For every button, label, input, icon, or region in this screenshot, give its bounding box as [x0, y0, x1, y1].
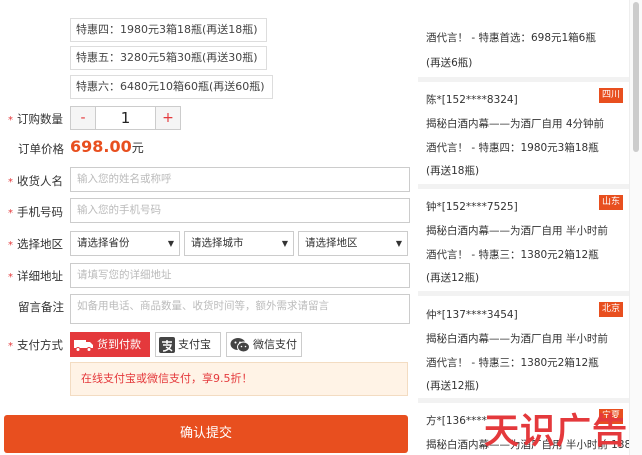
city-select[interactable]: 请选择城市 ▼	[184, 231, 294, 256]
feed-line: 酒代言！ - 特惠四：1980元3箱18瓶	[426, 142, 599, 154]
remark-textarea[interactable]: 如备用电话、商品数量、收货时间等，额外需求请留言	[70, 294, 410, 324]
order-price: 698.00元	[70, 137, 144, 156]
truck-icon	[74, 340, 93, 352]
feed-user: 陈*[152****8324]	[426, 94, 518, 106]
package-option-5[interactable]: 特惠五：3280元5箱30瓶(再送30瓶)	[70, 46, 267, 70]
payment-label: * 支付方式	[8, 338, 63, 352]
list-item: 仲*[137****3454] 北京 揭秘白酒内幕——为酒厂自用 半小时前 酒代…	[418, 296, 629, 398]
phone-input[interactable]: 输入您的手机号码	[70, 198, 410, 223]
package-option-6[interactable]: 特惠六：6480元10箱60瓶(再送60瓶)	[70, 75, 273, 99]
quantity-increase-button[interactable]: +	[155, 106, 181, 130]
list-item: 钟*[152****7525] 山东 揭秘白酒内幕——为酒厂自用 半小时前 酒代…	[418, 189, 629, 291]
pay-wechat-button[interactable]: 微信支付	[226, 332, 302, 357]
feed-line: (再送12瓶)	[426, 272, 480, 284]
list-item: 酒代言！ - 特惠首选：698元1箱6瓶 (再送6瓶)	[418, 0, 629, 77]
feed-line: 揭秘白酒内幕——为酒厂自用 4分钟前	[426, 118, 605, 130]
district-select[interactable]: 请选择地区 ▼	[298, 231, 408, 256]
phone-label: * 手机号码	[8, 205, 63, 219]
province-select[interactable]: 请选择省份 ▼	[70, 231, 180, 256]
feed-line: 酒代言！ - 特惠三：1380元2箱12瓶	[426, 249, 599, 261]
name-label: * 收货人名	[8, 174, 63, 188]
feed-user: 方*[136****	[426, 415, 487, 427]
feed-line: 揭秘白酒内幕——为酒厂自用 半小时前	[426, 333, 608, 345]
feed-line: 揭秘白酒内幕——为酒厂自用 半小时前	[426, 225, 608, 237]
chevron-down-icon: ▼	[395, 239, 402, 248]
order-form: 特惠四：1980元3箱18瓶(再送18瓶) 特惠五：3280元5箱30瓶(再送3…	[0, 0, 418, 455]
pay-alipay-button[interactable]: 支付宝	[155, 332, 221, 357]
package-option-4[interactable]: 特惠四：1980元3箱18瓶(再送18瓶)	[70, 18, 267, 42]
feed-line: (再送18瓶)	[426, 165, 480, 177]
wechat-icon	[230, 338, 250, 353]
alipay-icon	[159, 337, 175, 353]
feed-user: 仲*[137****3454]	[426, 309, 518, 321]
feed-line: 酒代言！ - 特惠首选：698元1箱6瓶	[426, 32, 596, 44]
remark-label: 留言备注	[18, 300, 64, 314]
region-badge: 四川	[598, 88, 623, 103]
feed-line: 酒代言！ - 特惠三：1380元2箱12瓶	[426, 357, 599, 369]
payment-discount-notice: 在线支付宝或微信支付，享9.5折！	[70, 362, 408, 396]
region-label: * 选择地区	[8, 237, 63, 251]
address-label: * 详细地址	[8, 269, 63, 283]
feed-line: (再送12瓶)	[426, 380, 480, 392]
region-badge: 北京	[598, 302, 623, 317]
quantity-decrease-button[interactable]: -	[70, 106, 96, 130]
feed-line: (再送6瓶)	[426, 57, 473, 69]
address-input[interactable]: 请填写您的详细地址	[70, 263, 410, 288]
feed-scrollbar[interactable]	[629, 0, 642, 455]
chevron-down-icon: ▼	[281, 239, 288, 248]
submit-button[interactable]: 确认提交	[4, 415, 408, 453]
chevron-down-icon: ▼	[167, 239, 174, 248]
recent-orders-feed: 酒代言！ - 特惠首选：698元1箱6瓶 (再送6瓶) 陈*[152****83…	[418, 0, 629, 455]
feed-user: 钟*[152****7525]	[426, 201, 518, 213]
region-badge: 山东	[598, 195, 623, 210]
watermark-logo: 天识广告	[484, 412, 629, 452]
quantity-input[interactable]: 1	[96, 106, 155, 130]
price-label: 订单价格	[18, 142, 64, 156]
name-input[interactable]: 输入您的姓名或称呼	[70, 167, 410, 192]
quantity-label: * 订购数量	[8, 112, 63, 126]
list-item: 陈*[152****8324] 四川 揭秘白酒内幕——为酒厂自用 4分钟前 酒代…	[418, 82, 629, 184]
pay-cod-button[interactable]: 货到付款	[70, 332, 150, 357]
scrollbar-thumb[interactable]	[633, 2, 639, 152]
